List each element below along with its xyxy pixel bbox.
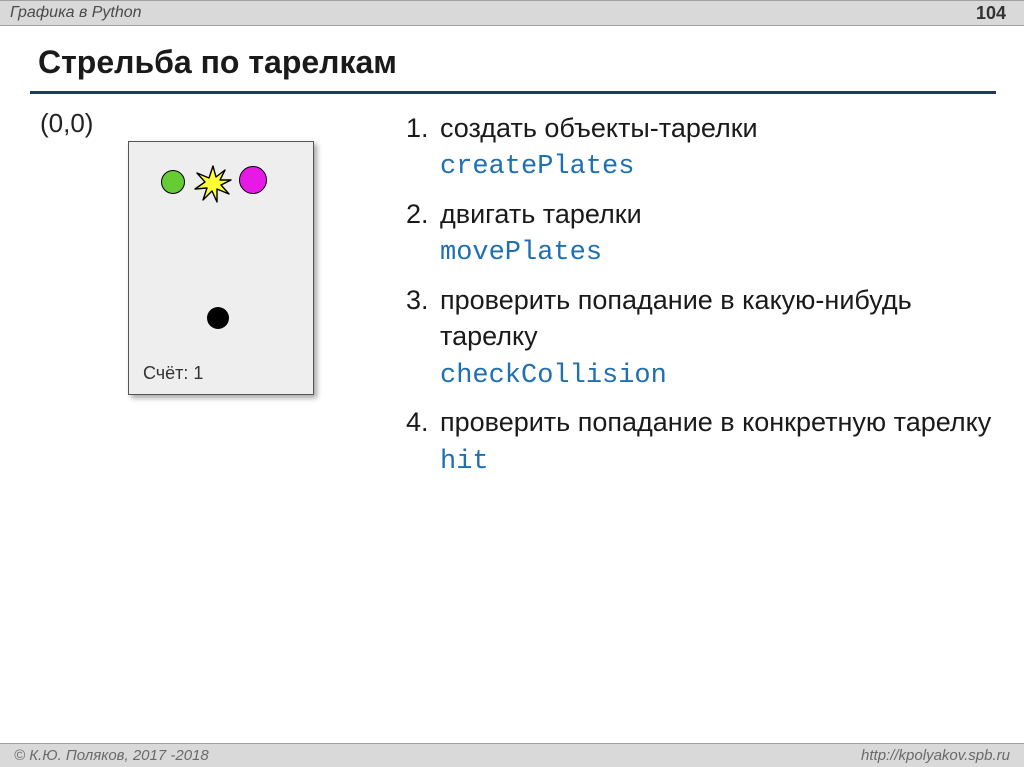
step-text: проверить попадание в какую-нибудь тарел… (440, 285, 912, 351)
bullet-dot (207, 307, 229, 329)
slide-body: (0,0) Счёт: 1 создать объекты-тарелки cr… (30, 108, 996, 490)
step-code: hit (440, 447, 489, 477)
header-topic: Графика в Python (10, 4, 142, 22)
slide-content: Стрельба по тарелкам (0,0) Счёт: 1 созда… (0, 26, 1024, 490)
origin-label: (0,0) (40, 108, 360, 139)
footer-bar: © К.Ю. Поляков, 2017 -2018 http://kpolya… (0, 743, 1024, 767)
step-code: createPlates (440, 152, 634, 182)
game-canvas: Счёт: 1 (128, 141, 314, 395)
footer-copyright: © К.Ю. Поляков, 2017 -2018 (14, 747, 209, 764)
slide-title: Стрельба по тарелкам (30, 38, 996, 94)
step-text: двигать тарелки (440, 199, 642, 229)
plate-green (161, 170, 185, 194)
list-item: создать объекты-тарелки createPlates (436, 110, 996, 186)
plate-magenta (239, 166, 267, 194)
explosion-icon (193, 164, 233, 204)
list-item: двигать тарелки movePlates (436, 196, 996, 272)
step-code: movePlates (440, 238, 602, 268)
list-item: проверить попадание в какую-нибудь тарел… (436, 282, 996, 394)
page-number: 104 (976, 3, 1006, 24)
header-bar: Графика в Python 104 (0, 0, 1024, 26)
footer-url: http://kpolyakov.spb.ru (861, 747, 1010, 764)
score-label: Счёт: 1 (143, 363, 203, 384)
list-item: проверить попадание в конкретную тарелку… (436, 404, 996, 480)
steps-column: создать объекты-тарелки createPlates дви… (400, 108, 996, 490)
step-text: создать объекты-тарелки (440, 113, 758, 143)
step-text: проверить попадание в конкретную тарелку (440, 407, 991, 437)
step-code: checkCollision (440, 361, 667, 391)
diagram-column: (0,0) Счёт: 1 (30, 108, 360, 395)
steps-list: создать объекты-тарелки createPlates дви… (400, 110, 996, 480)
